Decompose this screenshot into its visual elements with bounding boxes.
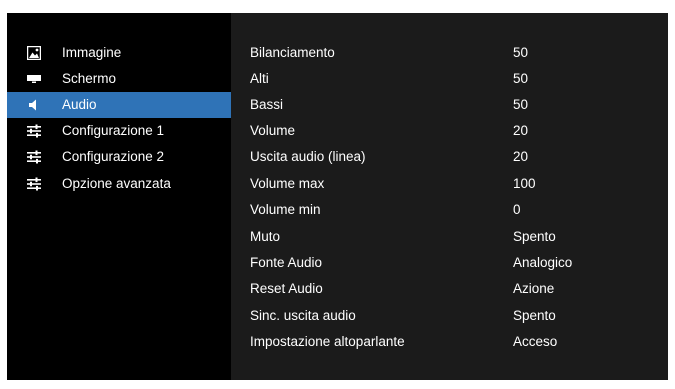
setting-row-bilanciamento[interactable]: Bilanciamento 50 [231, 40, 668, 66]
sliders-icon [27, 124, 41, 138]
setting-row-bassi[interactable]: Bassi 50 [231, 92, 668, 118]
sidebar-item-configurazione-2[interactable]: Configurazione 2 [7, 144, 231, 170]
setting-row-volume[interactable]: Volume 20 [231, 118, 668, 144]
setting-row-uscita-audio-linea[interactable]: Uscita audio (linea) 20 [231, 144, 668, 170]
setting-value: 50 [513, 45, 529, 60]
setting-value: Spento [513, 229, 556, 244]
screen-icon [27, 75, 41, 83]
sidebar-item-immagine[interactable]: Immagine [7, 40, 231, 66]
sliders-icon [27, 177, 41, 191]
setting-value: 50 [513, 97, 529, 112]
setting-label: Volume min [250, 202, 321, 217]
setting-value: Spento [513, 308, 556, 323]
sidebar-item-label: Audio [62, 97, 97, 112]
setting-row-sinc-uscita-audio[interactable]: Sinc. uscita audio Spento [231, 303, 668, 329]
setting-value: 20 [513, 123, 529, 138]
sidebar-item-audio[interactable]: Audio [7, 92, 231, 118]
setting-label: Volume [250, 123, 296, 138]
setting-label: Bilanciamento [250, 45, 335, 60]
sliders-icon [27, 150, 41, 164]
setting-label: Alti [250, 71, 269, 86]
sidebar-item-label: Schermo [62, 71, 117, 86]
setting-row-muto[interactable]: Muto Spento [231, 224, 668, 250]
setting-row-alti[interactable]: Alti 50 [231, 66, 668, 92]
setting-row-fonte-audio[interactable]: Fonte Audio Analogico [231, 250, 668, 276]
setting-row-volume-min[interactable]: Volume min 0 [231, 197, 668, 223]
setting-label: Bassi [250, 97, 284, 112]
sidebar-item-label: Opzione avanzata [62, 176, 171, 191]
setting-value: 20 [513, 149, 529, 164]
setting-value: 100 [513, 176, 536, 191]
speaker-icon [29, 99, 36, 111]
setting-row-volume-max[interactable]: Volume max 100 [231, 171, 668, 197]
sidebar-item-schermo[interactable]: Schermo [7, 66, 231, 92]
setting-label: Impostazione altoparlante [250, 334, 405, 349]
setting-value: Azione [513, 281, 555, 296]
sidebar-item-label: Configurazione 1 [62, 123, 165, 138]
category-sidebar: Immagine Schermo Audio Configurazione 1 … [7, 13, 231, 380]
setting-label: Fonte Audio [250, 255, 323, 270]
setting-value: 0 [513, 202, 521, 217]
settings-panel: Bilanciamento 50 Alti 50 Bassi 50 Volume… [231, 13, 668, 380]
setting-value: 50 [513, 71, 529, 86]
setting-label: Uscita audio (linea) [250, 149, 366, 164]
sidebar-item-label: Configurazione 2 [62, 149, 165, 164]
setting-label: Volume max [250, 176, 325, 191]
setting-label: Reset Audio [250, 281, 323, 296]
setting-label: Sinc. uscita audio [250, 308, 356, 323]
setting-row-impostazione-altoparlante[interactable]: Impostazione altoparlante Acceso [231, 329, 668, 355]
sidebar-item-opzione-avanzata[interactable]: Opzione avanzata [7, 171, 231, 197]
setting-value: Analogico [513, 255, 573, 270]
image-icon [27, 46, 41, 60]
osd-menu: Immagine Schermo Audio Configurazione 1 … [7, 13, 668, 380]
sidebar-item-configurazione-1[interactable]: Configurazione 1 [7, 118, 231, 144]
setting-row-reset-audio[interactable]: Reset Audio Azione [231, 276, 668, 302]
setting-label: Muto [250, 229, 281, 244]
setting-value: Acceso [513, 334, 558, 349]
sidebar-item-label: Immagine [62, 45, 122, 60]
